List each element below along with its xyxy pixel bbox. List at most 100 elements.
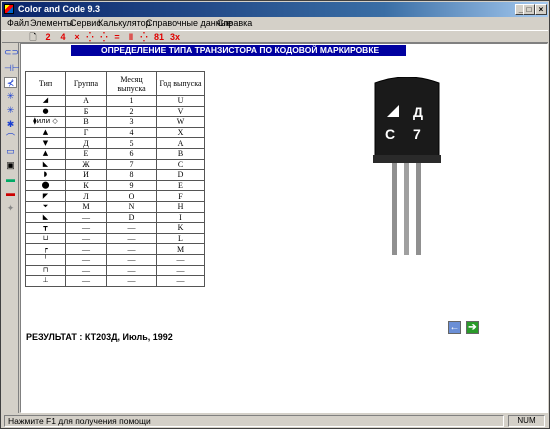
app-icon <box>4 4 14 14</box>
table-row: ▼ Д 5 A <box>25 137 205 149</box>
cell-group: — <box>65 243 107 255</box>
transistor-body <box>374 77 440 158</box>
page-banner: ОПРЕДЕЛЕНИЕ ТИПА ТРАНЗИСТОРА ПО КОДОВОЙ … <box>71 45 406 56</box>
toolbar-x-button[interactable]: × <box>72 31 82 43</box>
cell-type: ◗ <box>25 169 66 181</box>
cell-year: A <box>156 137 205 149</box>
table-row: ⊓ — — — <box>25 264 205 277</box>
table-row: ◣ Ж 7 C <box>25 158 205 171</box>
back-arrow-icon[interactable]: ← <box>448 321 461 334</box>
table-row: ⊥ — — — <box>25 275 205 287</box>
toolbar-dots-button[interactable]: ⁛ <box>84 31 96 43</box>
table-row: ┍ — — M <box>25 243 205 255</box>
cell-year: L <box>156 232 205 245</box>
component-icon[interactable]: ▭ <box>4 146 17 157</box>
left-toolbar: ⊂⊃ ⊣⊢ ⊀ ✳ ✳ ✱ ⌒ ▭ ▣ ▬ ▬ ✦ <box>2 43 20 413</box>
cell-group: Ж <box>65 158 107 171</box>
cell-type: ┍ <box>25 243 66 255</box>
toolbar-dots3-button[interactable]: ⁛ <box>138 31 150 43</box>
cell-group: — <box>65 211 107 224</box>
cell-year: — <box>156 253 205 266</box>
table-row: ┳ — — K <box>25 222 205 234</box>
cell-group: Л <box>65 190 107 202</box>
menu-elements[interactable]: Элементы <box>30 18 73 29</box>
cell-month: — <box>106 275 157 287</box>
menu-bar: Файл Элементы Сервис Калькулятор Справоч… <box>2 17 548 30</box>
cell-group: В <box>65 116 107 128</box>
header-month: Месяц выпуска <box>106 71 157 96</box>
toolbar-4-button[interactable]: 4 <box>58 31 68 43</box>
menu-file[interactable]: Файл <box>7 18 29 29</box>
maximize-button[interactable]: □ <box>523 4 535 15</box>
toolbar-81-button[interactable]: 81 <box>152 31 166 43</box>
marking-year: С <box>385 126 395 142</box>
cell-group: — <box>65 232 107 245</box>
diode-icon[interactable]: ✳ <box>4 91 17 102</box>
cell-type: ▲ <box>25 126 66 139</box>
close-button[interactable]: × <box>535 4 547 15</box>
capacitor-icon[interactable]: ⊣⊢ <box>4 63 20 74</box>
lead-3 <box>416 163 421 255</box>
header-type: Тип <box>25 71 66 96</box>
marking-table: Тип Группа Месяц выпуска Год выпуска ◢ А 1… <box>25 71 205 287</box>
cell-group: Д <box>65 137 107 149</box>
lead-1 <box>392 163 397 255</box>
toolbar-bars-button[interactable]: ǁ <box>126 31 136 43</box>
status-num: NUM <box>508 415 545 427</box>
cell-type: ● <box>25 105 66 118</box>
led-icon[interactable]: ✳ <box>4 105 17 116</box>
book-icon[interactable]: ▣ <box>4 160 17 171</box>
cell-group: К <box>65 179 107 192</box>
cell-month: 5 <box>106 137 157 149</box>
cell-group: — <box>65 253 107 266</box>
toolbar-equals-button[interactable]: = <box>112 31 122 43</box>
cell-type: ◣ <box>25 211 66 224</box>
cell-month: — <box>106 253 157 266</box>
toolbar-3x-button[interactable]: 3x <box>168 31 182 43</box>
cell-group: Б <box>65 105 107 118</box>
table-row: ╵ — — — <box>25 253 205 266</box>
cell-type: ⏷ <box>25 200 66 213</box>
table-row: ▲ Е 6 B <box>25 147 205 160</box>
resistor-icon[interactable]: ⊂⊃ <box>4 47 19 58</box>
cell-month: — <box>106 222 157 234</box>
transistor-icon[interactable]: ⊀ <box>4 77 17 88</box>
cell-year: K <box>156 222 205 234</box>
table-header-row: Тип Группа Месяц выпуска Год выпуска <box>25 71 205 96</box>
new-document-icon[interactable]: 🗋 <box>28 31 38 43</box>
misc-icon[interactable]: ✦ <box>4 203 17 214</box>
forward-arrow-icon[interactable]: ➔ <box>466 321 479 334</box>
table-row: ● Б 2 V <box>25 105 205 118</box>
header-group: Группа <box>65 71 107 96</box>
zener-icon[interactable]: ✱ <box>4 119 17 130</box>
cell-group: А <box>65 95 107 107</box>
cell-month: — <box>106 264 157 277</box>
cell-year: X <box>156 126 205 139</box>
menu-calculator[interactable]: Калькулятор <box>98 18 151 29</box>
cell-type: ⧫или ◇ <box>25 116 66 128</box>
table-body: ◢ А 1 U ● Б 2 V ⧫или ◇ В 3 W ▲ Г 4 X ▼ Д 5 A ▲ Е 6 B ◣ Ж 7 C ◗ И 8 D ⬤ К 9… <box>25 95 205 287</box>
cell-type: ┳ <box>25 222 66 234</box>
display-icon[interactable]: ▬ <box>4 174 17 185</box>
toolbar-dots2-button[interactable]: ⁛ <box>98 31 110 43</box>
table-row: ◗ И 8 D <box>25 169 205 181</box>
cell-type: ▲ <box>25 147 66 160</box>
content-area: ОПРЕДЕЛЕНИЕ ТИПА ТРАНЗИСТОРА ПО КОДОВОЙ … <box>20 43 548 413</box>
menu-help[interactable]: Справка <box>217 18 252 29</box>
inductor-icon[interactable]: ⌒ <box>4 133 17 144</box>
cell-month: 8 <box>106 169 157 181</box>
toolbar-2-button[interactable]: 2 <box>43 31 53 43</box>
cell-month: 7 <box>106 158 157 171</box>
cell-year: H <box>156 200 205 213</box>
cell-month: 6 <box>106 147 157 160</box>
status-hint: Нажмите F1 для получения помощи <box>4 415 504 427</box>
cell-year: — <box>156 264 205 277</box>
cell-type: ◤ <box>25 190 66 202</box>
cell-month: 1 <box>106 95 157 107</box>
menu-service[interactable]: Сервис <box>70 18 101 29</box>
cell-month: N <box>106 200 157 213</box>
status-bar: Нажмите F1 для получения помощи NUM <box>2 414 548 428</box>
module-icon[interactable]: ▬ <box>4 188 17 199</box>
cell-type: ⬤ <box>25 179 66 192</box>
cell-year: B <box>156 147 205 160</box>
